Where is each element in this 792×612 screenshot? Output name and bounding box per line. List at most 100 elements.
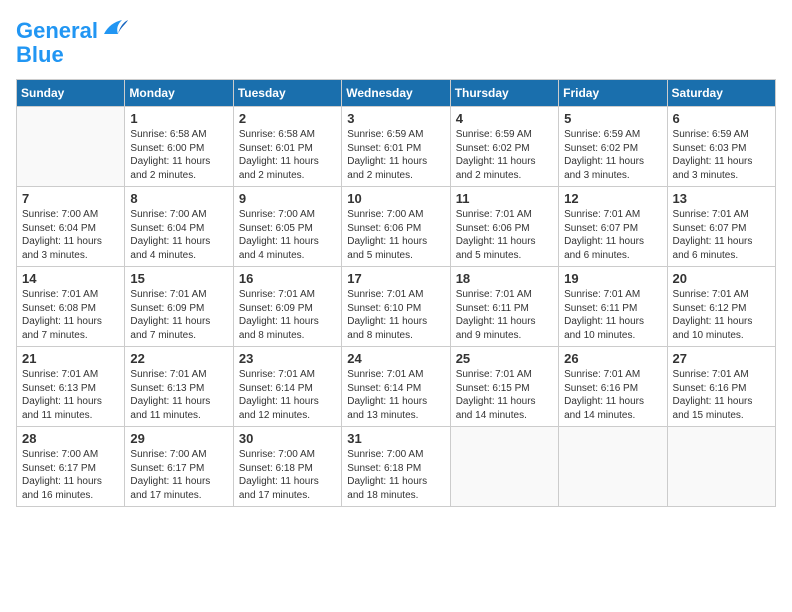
day-info: Sunrise: 7:00 AMSunset: 6:17 PMDaylight:… xyxy=(130,448,227,502)
calendar-day-cell: 23 Sunrise: 7:01 AMSunset: 6:14 PMDayligh… xyxy=(233,347,341,427)
calendar-day-cell: 12 Sunrise: 7:01 AMSunset: 6:07 PMDayligh… xyxy=(559,187,667,267)
day-number: 9 xyxy=(239,191,336,206)
logo-bird-icon xyxy=(100,16,128,38)
calendar-day-cell: 25 Sunrise: 7:01 AMSunset: 6:15 PMDayligh… xyxy=(450,347,558,427)
calendar-day-cell xyxy=(17,107,125,187)
day-info: Sunrise: 7:00 AMSunset: 6:18 PMDaylight:… xyxy=(347,448,444,502)
calendar-day-cell xyxy=(450,427,558,507)
day-info: Sunrise: 7:00 AMSunset: 6:04 PMDaylight:… xyxy=(22,208,119,262)
day-number: 29 xyxy=(130,431,227,446)
calendar-week-row: 7 Sunrise: 7:00 AMSunset: 6:04 PMDaylight… xyxy=(17,187,776,267)
logo-text-blue: Blue xyxy=(16,43,128,67)
day-number: 11 xyxy=(456,191,553,206)
day-info: Sunrise: 7:01 AMSunset: 6:14 PMDaylight:… xyxy=(347,368,444,422)
calendar-day-cell: 29 Sunrise: 7:00 AMSunset: 6:17 PMDayligh… xyxy=(125,427,233,507)
calendar-day-cell: 11 Sunrise: 7:01 AMSunset: 6:06 PMDayligh… xyxy=(450,187,558,267)
day-info: Sunrise: 7:01 AMSunset: 6:11 PMDaylight:… xyxy=(564,288,661,342)
calendar-day-cell: 2 Sunrise: 6:58 AMSunset: 6:01 PMDaylight… xyxy=(233,107,341,187)
calendar-day-cell: 30 Sunrise: 7:00 AMSunset: 6:18 PMDayligh… xyxy=(233,427,341,507)
day-number: 27 xyxy=(673,351,770,366)
weekday-header-cell: Tuesday xyxy=(233,80,341,107)
day-info: Sunrise: 7:01 AMSunset: 6:11 PMDaylight:… xyxy=(456,288,553,342)
calendar-week-row: 1 Sunrise: 6:58 AMSunset: 6:00 PMDaylight… xyxy=(17,107,776,187)
page-header: General Blue xyxy=(16,16,776,67)
day-info: Sunrise: 7:00 AMSunset: 6:06 PMDaylight:… xyxy=(347,208,444,262)
day-info: Sunrise: 7:00 AMSunset: 6:05 PMDaylight:… xyxy=(239,208,336,262)
day-info: Sunrise: 7:01 AMSunset: 6:06 PMDaylight:… xyxy=(456,208,553,262)
logo-text: General xyxy=(16,16,128,43)
day-info: Sunrise: 6:59 AMSunset: 6:02 PMDaylight:… xyxy=(564,128,661,182)
day-info: Sunrise: 7:00 AMSunset: 6:18 PMDaylight:… xyxy=(239,448,336,502)
calendar-week-row: 21 Sunrise: 7:01 AMSunset: 6:13 PMDayligh… xyxy=(17,347,776,427)
calendar-day-cell xyxy=(667,427,775,507)
calendar-day-cell: 22Sunrise: 7:01 AMSunset: 6:13 PMDayligh… xyxy=(125,347,233,427)
day-info: Sunrise: 7:01 AMSunset: 6:09 PMDaylight:… xyxy=(130,288,227,342)
weekday-header-row: SundayMondayTuesdayWednesdayThursdayFrid… xyxy=(17,80,776,107)
calendar-day-cell: 21Sunrise: 7:01 AMSunset: 6:13 PMDayligh… xyxy=(17,347,125,427)
day-info: Sunrise: 7:01 AMSunset: 6:16 PMDaylight:… xyxy=(564,368,661,422)
day-number: 10 xyxy=(347,191,444,206)
calendar-day-cell: 19 Sunrise: 7:01 AMSunset: 6:11 PMDayligh… xyxy=(559,267,667,347)
day-number: 6 xyxy=(673,111,770,126)
calendar-day-cell: 27 Sunrise: 7:01 AMSunset: 6:16 PMDayligh… xyxy=(667,347,775,427)
calendar-day-cell: 15Sunrise: 7:01 AMSunset: 6:09 PMDayligh… xyxy=(125,267,233,347)
day-number: 21 xyxy=(22,351,119,366)
day-info: Sunrise: 6:59 AMSunset: 6:01 PMDaylight:… xyxy=(347,128,444,182)
calendar-day-cell: 8Sunrise: 7:00 AMSunset: 6:04 PMDaylight… xyxy=(125,187,233,267)
day-info: Sunrise: 7:00 AMSunset: 6:04 PMDaylight:… xyxy=(130,208,227,262)
day-info: Sunrise: 7:01 AMSunset: 6:16 PMDaylight:… xyxy=(673,368,770,422)
day-number: 7 xyxy=(22,191,119,206)
calendar-week-row: 14Sunrise: 7:01 AMSunset: 6:08 PMDayligh… xyxy=(17,267,776,347)
weekday-header-cell: Friday xyxy=(559,80,667,107)
day-number: 31 xyxy=(347,431,444,446)
day-number: 1 xyxy=(130,111,227,126)
day-number: 20 xyxy=(673,271,770,286)
calendar-day-cell xyxy=(559,427,667,507)
day-info: Sunrise: 7:01 AMSunset: 6:07 PMDaylight:… xyxy=(673,208,770,262)
day-info: Sunrise: 7:01 AMSunset: 6:15 PMDaylight:… xyxy=(456,368,553,422)
day-number: 18 xyxy=(456,271,553,286)
calendar-day-cell: 4Sunrise: 6:59 AMSunset: 6:02 PMDaylight… xyxy=(450,107,558,187)
calendar-day-cell: 28Sunrise: 7:00 AMSunset: 6:17 PMDayligh… xyxy=(17,427,125,507)
calendar-day-cell: 14Sunrise: 7:01 AMSunset: 6:08 PMDayligh… xyxy=(17,267,125,347)
day-number: 16 xyxy=(239,271,336,286)
day-number: 3 xyxy=(347,111,444,126)
calendar-day-cell: 3 Sunrise: 6:59 AMSunset: 6:01 PMDaylight… xyxy=(342,107,450,187)
calendar-day-cell: 31 Sunrise: 7:00 AMSunset: 6:18 PMDayligh… xyxy=(342,427,450,507)
day-info: Sunrise: 6:59 AMSunset: 6:03 PMDaylight:… xyxy=(673,128,770,182)
day-number: 12 xyxy=(564,191,661,206)
day-info: Sunrise: 7:01 AMSunset: 6:13 PMDaylight:… xyxy=(130,368,227,422)
day-info: Sunrise: 7:01 AMSunset: 6:12 PMDaylight:… xyxy=(673,288,770,342)
day-info: Sunrise: 7:01 AMSunset: 6:14 PMDaylight:… xyxy=(239,368,336,422)
day-number: 25 xyxy=(456,351,553,366)
calendar-day-cell: 17 Sunrise: 7:01 AMSunset: 6:10 PMDayligh… xyxy=(342,267,450,347)
calendar-day-cell: 13 Sunrise: 7:01 AMSunset: 6:07 PMDayligh… xyxy=(667,187,775,267)
day-number: 23 xyxy=(239,351,336,366)
calendar-day-cell: 1 Sunrise: 6:58 AMSunset: 6:00 PMDaylight… xyxy=(125,107,233,187)
calendar-day-cell: 20 Sunrise: 7:01 AMSunset: 6:12 PMDayligh… xyxy=(667,267,775,347)
day-number: 2 xyxy=(239,111,336,126)
day-info: Sunrise: 6:58 AMSunset: 6:01 PMDaylight:… xyxy=(239,128,336,182)
calendar-day-cell: 16 Sunrise: 7:01 AMSunset: 6:09 PMDayligh… xyxy=(233,267,341,347)
day-info: Sunrise: 7:01 AMSunset: 6:10 PMDaylight:… xyxy=(347,288,444,342)
calendar-body: 1 Sunrise: 6:58 AMSunset: 6:00 PMDaylight… xyxy=(17,107,776,507)
day-number: 13 xyxy=(673,191,770,206)
calendar-table: SundayMondayTuesdayWednesdayThursdayFrid… xyxy=(16,79,776,507)
day-info: Sunrise: 7:01 AMSunset: 6:07 PMDaylight:… xyxy=(564,208,661,262)
day-number: 19 xyxy=(564,271,661,286)
day-info: Sunrise: 7:01 AMSunset: 6:09 PMDaylight:… xyxy=(239,288,336,342)
calendar-day-cell: 24 Sunrise: 7:01 AMSunset: 6:14 PMDayligh… xyxy=(342,347,450,427)
day-number: 17 xyxy=(347,271,444,286)
day-info: Sunrise: 6:59 AMSunset: 6:02 PMDaylight:… xyxy=(456,128,553,182)
weekday-header-cell: Wednesday xyxy=(342,80,450,107)
day-number: 26 xyxy=(564,351,661,366)
day-info: Sunrise: 6:58 AMSunset: 6:00 PMDaylight:… xyxy=(130,128,227,182)
weekday-header-cell: Saturday xyxy=(667,80,775,107)
calendar-day-cell: 10 Sunrise: 7:00 AMSunset: 6:06 PMDayligh… xyxy=(342,187,450,267)
logo: General Blue xyxy=(16,16,128,67)
day-number: 5 xyxy=(564,111,661,126)
day-info: Sunrise: 7:01 AMSunset: 6:08 PMDaylight:… xyxy=(22,288,119,342)
calendar-day-cell: 7 Sunrise: 7:00 AMSunset: 6:04 PMDaylight… xyxy=(17,187,125,267)
day-number: 30 xyxy=(239,431,336,446)
day-number: 24 xyxy=(347,351,444,366)
